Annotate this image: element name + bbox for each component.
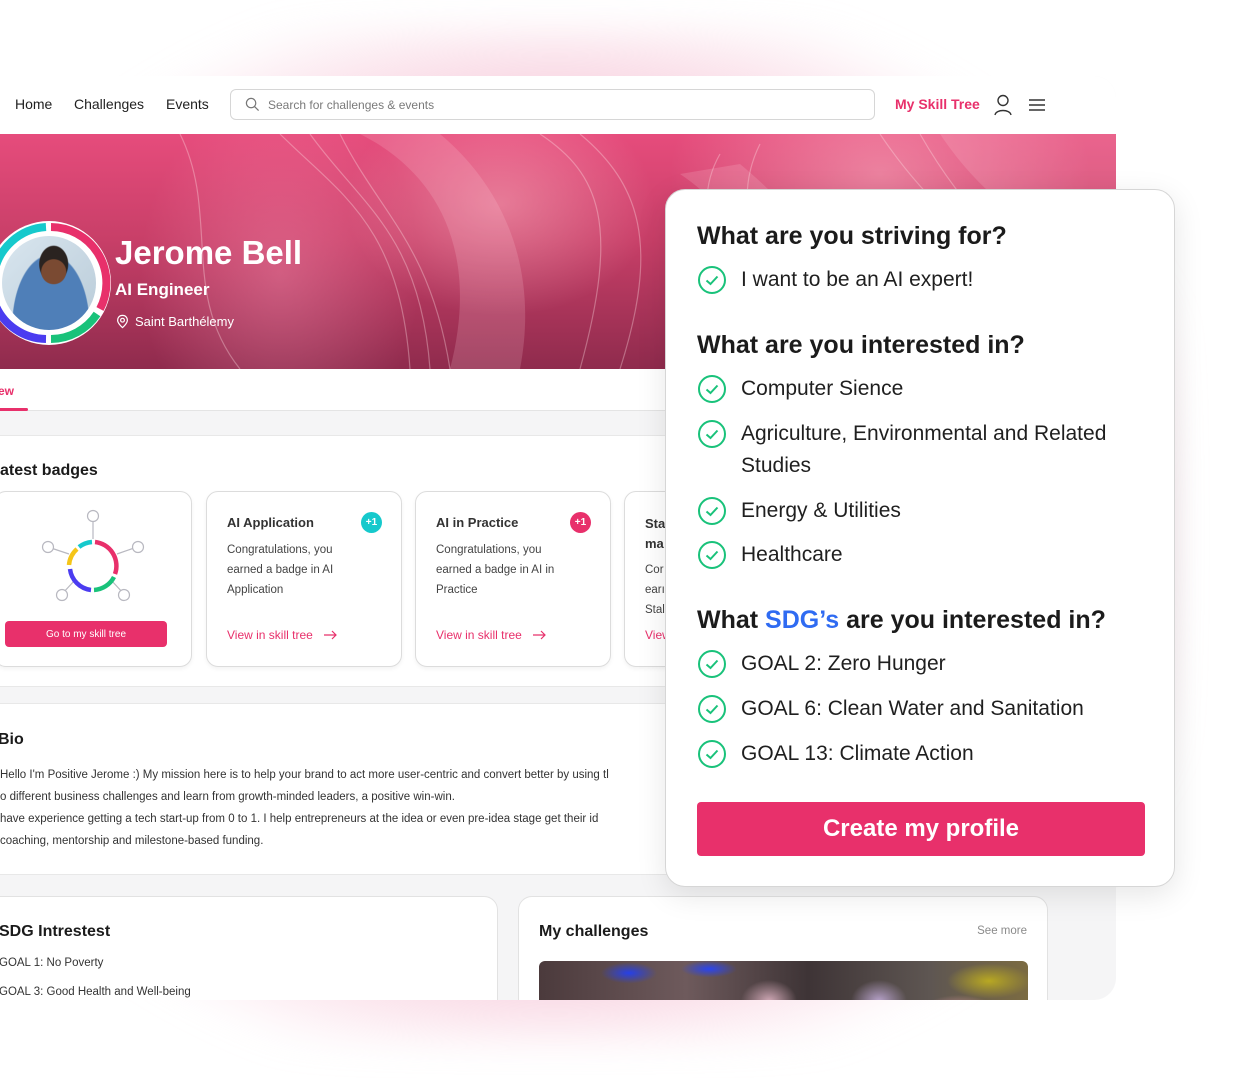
location-text: Saint Barthélemy [135, 314, 234, 329]
sdgs-heading: What SDG’s are you interested in? [697, 606, 1106, 635]
badge-card[interactable]: AI Application +1 Congratulations, you e… [206, 491, 402, 667]
striving-heading: What are you striving for? [697, 222, 1007, 250]
item-text: Computer Sience [741, 377, 904, 400]
latest-badges-title: atest badges [0, 462, 98, 479]
heading-prefix: What [697, 606, 766, 634]
check-circle-icon [698, 266, 726, 294]
sdg-item: GOAL 1: No Poverty [0, 957, 104, 969]
badge-count: +1 [570, 512, 591, 533]
badge-count: +1 [361, 512, 382, 533]
go-to-skill-tree-button[interactable]: Go to my skill tree [5, 621, 167, 647]
sdg-item: GOAL 3: Good Health and Well-being [0, 986, 191, 998]
bio-line: o different business challenges and lear… [0, 791, 455, 803]
check-circle-icon [698, 650, 726, 678]
sdg-goal-item: GOAL 2: Zero Hunger [697, 648, 1147, 680]
sdg-goal-item: GOAL 13: Climate Action [697, 738, 1147, 770]
profile-questionnaire-card: What are you striving for? I want to be … [665, 189, 1175, 887]
bio-text: Hello I'm Positive Jerome :) My mission … [0, 764, 700, 852]
interest-item: Agriculture, Environmental and Related S… [697, 418, 1147, 482]
view-in-skill-tree-link[interactable]: View in skill tree [436, 628, 546, 642]
top-navbar: Home Challenges Events My Skill Tree [0, 76, 1116, 134]
item-text: GOAL 2: Zero Hunger [741, 652, 946, 675]
interests-heading: What are you interested in? [697, 331, 1025, 359]
my-challenges-card: My challenges See more [518, 896, 1048, 1000]
search-icon [245, 97, 260, 112]
item-text: Healthcare [741, 543, 843, 566]
interest-item: Computer Sience [697, 373, 1147, 405]
check-circle-icon [698, 740, 726, 768]
item-text: I want to be an AI expert! [741, 268, 974, 291]
user-icon[interactable] [993, 94, 1013, 116]
profile-location: Saint Barthélemy [115, 314, 234, 329]
link-label: View in skill tree [227, 628, 313, 642]
skill-tree-card: Go to my skill tree [0, 491, 192, 667]
link-label: View in skill tree [436, 628, 522, 642]
bio-line: Hello I'm Positive Jerome :) My mission … [0, 769, 609, 781]
badge-card[interactable]: AI in Practice +1 Congratulations, you e… [415, 491, 611, 667]
bio-line: coaching, mentorship and milestone-based… [0, 835, 264, 847]
profile-name: Jerome Bell [115, 234, 303, 271]
badge-title: AI in Practice [436, 515, 519, 530]
badge-description: Congratulations, you earned a badge in A… [436, 544, 555, 596]
striving-item: I want to be an AI expert! [697, 264, 1147, 296]
avatar-photo [2, 236, 96, 330]
sdg-interest-title: SDG Intrestest [0, 923, 111, 940]
avatar[interactable] [0, 214, 118, 352]
bio-line: have experience getting a tech start-up … [0, 813, 599, 825]
item-text: GOAL 6: Clean Water and Sanitation [741, 697, 1084, 720]
heading-accent: SDG’s [765, 606, 840, 634]
check-circle-icon [698, 420, 726, 448]
check-circle-icon [698, 695, 726, 723]
sdg-goal-item: GOAL 6: Clean Water and Sanitation [697, 693, 1147, 725]
arrow-right-icon [532, 630, 546, 640]
check-circle-icon [698, 375, 726, 403]
nav-events[interactable]: Events [166, 96, 209, 112]
nav-home[interactable]: Home [15, 96, 52, 112]
heading-suffix: are you interested in? [839, 606, 1106, 634]
sdg-interest-card: SDG Intrestest GOAL 1: No Poverty GOAL 3… [0, 896, 498, 1000]
active-tab-indicator [0, 408, 28, 411]
badge-description: Congratulations, you earned a badge in A… [227, 544, 334, 596]
interest-item: Energy & Utilities [697, 495, 1147, 527]
hamburger-menu-icon[interactable] [1028, 97, 1046, 113]
view-in-skill-tree-link[interactable]: View in skill tree [227, 628, 337, 642]
item-text: GOAL 13: Climate Action [741, 742, 974, 765]
check-circle-icon [698, 497, 726, 525]
search-input[interactable] [268, 97, 828, 112]
my-skill-tree-link[interactable]: My Skill Tree [895, 96, 980, 112]
arrow-right-icon [323, 630, 337, 640]
challenge-image[interactable] [539, 961, 1028, 1000]
check-circle-icon [698, 541, 726, 569]
item-text: Agriculture, Environmental and Related S… [741, 422, 1107, 477]
search-bar[interactable] [230, 89, 875, 120]
profile-role: AI Engineer [115, 280, 210, 299]
skill-tree-graph-icon [41, 509, 145, 602]
nav-challenges[interactable]: Challenges [74, 96, 144, 112]
location-pin-icon [117, 314, 128, 329]
my-challenges-title: My challenges [539, 923, 649, 940]
bio-title: Bio [0, 731, 24, 748]
badge-title: AI Application [227, 515, 314, 530]
interest-item: Healthcare [697, 539, 1147, 571]
item-text: Energy & Utilities [741, 499, 901, 522]
see-more-link[interactable]: See more [977, 925, 1027, 937]
tab-overview[interactable]: view [0, 384, 14, 398]
create-my-profile-button[interactable]: Create my profile [697, 802, 1145, 856]
